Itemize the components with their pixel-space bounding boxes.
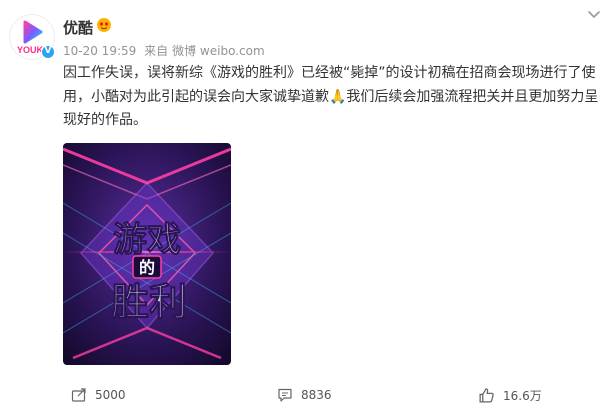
like-count: 16.6万	[503, 388, 542, 403]
share-icon	[71, 388, 86, 402]
poster-artwork: 游戏 的 胜利	[63, 143, 231, 365]
vip-face-icon[interactable]	[96, 17, 112, 33]
chevron-down-icon[interactable]	[586, 8, 602, 22]
share-button[interactable]: 5000	[71, 382, 126, 408]
post-text: 因工作失误，误将新综《游戏的胜利》已经被“毙掉”的设计初稿在招商会现场进行了使用…	[63, 65, 599, 128]
verified-badge: V	[41, 45, 55, 59]
comment-button[interactable]: 8836	[277, 382, 332, 408]
comment-count: 8836	[301, 388, 332, 402]
post-time[interactable]: 10-20 19:59	[63, 44, 136, 58]
logo-text: YOUK	[17, 45, 44, 55]
poster-title-line2: 胜利	[111, 280, 187, 324]
comment-icon	[278, 388, 292, 402]
post-source: 微博 weibo.com	[172, 44, 265, 58]
user-name[interactable]: 优酷	[63, 17, 93, 38]
poster-title-middle: 的	[139, 258, 155, 277]
source-prefix: 来自	[144, 44, 169, 58]
weibo-post-card: YOUK V 优酷 10-20 19:59 来自 微博 weibo.com 因工作…	[0, 0, 615, 410]
share-count: 5000	[95, 388, 126, 402]
poster-title-line1: 游戏	[113, 220, 181, 260]
thumbs-up-icon	[479, 387, 494, 403]
action-bar: 5000 8836 16.6万	[0, 382, 615, 408]
post-meta: 10-20 19:59 来自 微博 weibo.com	[63, 42, 269, 59]
post-image[interactable]: 游戏 的 胜利	[63, 143, 231, 365]
like-button[interactable]: 16.6万	[478, 382, 542, 408]
